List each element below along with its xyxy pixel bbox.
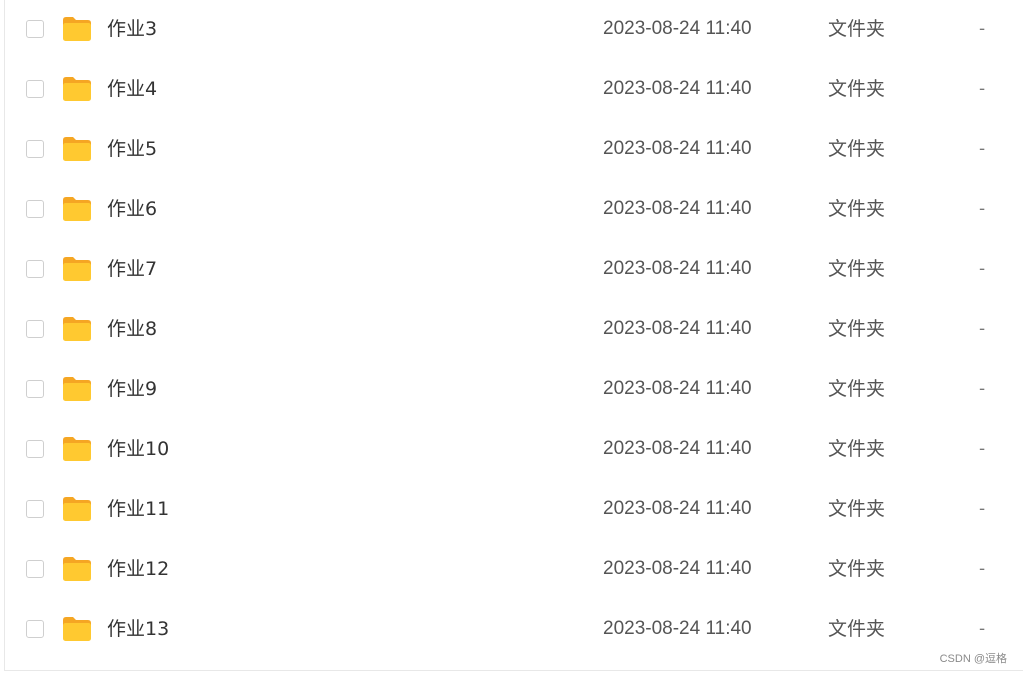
file-type: 文件夹 [828, 618, 886, 640]
row-checkbox[interactable] [26, 620, 44, 638]
folder-icon [62, 256, 92, 282]
file-date: 2023-08-24 11:40 [603, 138, 752, 159]
row-checkbox[interactable] [26, 260, 44, 278]
file-type: 文件夹 [828, 18, 886, 40]
file-name[interactable]: 作业8 [107, 317, 157, 341]
file-type: 文件夹 [828, 318, 886, 340]
folder-icon [62, 436, 92, 462]
file-size: - [979, 499, 986, 519]
file-name[interactable]: 作业12 [107, 557, 169, 581]
row-checkbox[interactable] [26, 380, 44, 398]
file-type: 文件夹 [828, 498, 886, 520]
file-list-panel: 作业3 2023-08-24 11:40 文件夹 - 作业4 2023-08-2… [4, 0, 1023, 671]
row-checkbox[interactable] [26, 560, 44, 578]
file-name[interactable]: 作业4 [107, 77, 157, 101]
file-type: 文件夹 [828, 558, 886, 580]
folder-icon [62, 76, 92, 102]
folder-icon [62, 316, 92, 342]
file-size: - [979, 559, 986, 579]
file-name[interactable]: 作业11 [107, 497, 169, 521]
file-type: 文件夹 [828, 438, 886, 460]
file-type: 文件夹 [828, 258, 886, 280]
file-size: - [979, 619, 986, 639]
file-size: - [979, 259, 986, 279]
file-name[interactable]: 作业5 [107, 137, 157, 161]
file-name[interactable]: 作业13 [107, 617, 169, 641]
file-row[interactable]: 作业8 2023-08-24 11:40 文件夹 - [5, 311, 1023, 371]
folder-icon [62, 136, 92, 162]
file-date: 2023-08-24 11:40 [603, 318, 752, 339]
file-size: - [979, 319, 986, 339]
file-size: - [979, 199, 986, 219]
folder-icon [62, 376, 92, 402]
file-size: - [979, 139, 986, 159]
row-checkbox[interactable] [26, 500, 44, 518]
folder-icon [62, 496, 92, 522]
file-name[interactable]: 作业9 [107, 377, 157, 401]
file-name[interactable]: 作业3 [107, 17, 157, 41]
file-date: 2023-08-24 11:40 [603, 618, 752, 639]
file-row[interactable]: 作业7 2023-08-24 11:40 文件夹 - [5, 251, 1023, 311]
file-date: 2023-08-24 11:40 [603, 498, 752, 519]
row-checkbox[interactable] [26, 140, 44, 158]
file-type: 文件夹 [828, 198, 886, 220]
file-type: 文件夹 [828, 378, 886, 400]
file-name[interactable]: 作业10 [107, 437, 169, 461]
file-date: 2023-08-24 11:40 [603, 78, 752, 99]
file-date: 2023-08-24 11:40 [603, 198, 752, 219]
file-row[interactable]: 作业12 2023-08-24 11:40 文件夹 - [5, 551, 1023, 611]
file-size: - [979, 79, 986, 99]
file-date: 2023-08-24 11:40 [603, 378, 752, 399]
file-size: - [979, 439, 986, 459]
watermark: CSDN @逗格 [939, 653, 1007, 665]
row-checkbox[interactable] [26, 200, 44, 218]
folder-icon [62, 16, 92, 42]
file-date: 2023-08-24 11:40 [603, 438, 752, 459]
file-size: - [979, 19, 986, 39]
file-row[interactable]: 作业9 2023-08-24 11:40 文件夹 - [5, 371, 1023, 431]
file-row[interactable]: 作业10 2023-08-24 11:40 文件夹 - [5, 431, 1023, 491]
folder-icon [62, 616, 92, 642]
file-list: 作业3 2023-08-24 11:40 文件夹 - 作业4 2023-08-2… [5, 11, 1023, 671]
file-name[interactable]: 作业6 [107, 197, 157, 221]
file-size: - [979, 379, 986, 399]
file-row[interactable]: 作业4 2023-08-24 11:40 文件夹 - [5, 71, 1023, 131]
file-type: 文件夹 [828, 78, 886, 100]
file-date: 2023-08-24 11:40 [603, 258, 752, 279]
file-row[interactable]: 作业13 2023-08-24 11:40 文件夹 - [5, 611, 1023, 671]
file-row[interactable]: 作业11 2023-08-24 11:40 文件夹 - [5, 491, 1023, 551]
row-checkbox[interactable] [26, 20, 44, 38]
file-name[interactable]: 作业7 [107, 257, 157, 281]
folder-icon [62, 196, 92, 222]
file-row[interactable]: 作业3 2023-08-24 11:40 文件夹 - [5, 11, 1023, 71]
file-date: 2023-08-24 11:40 [603, 558, 752, 579]
row-checkbox[interactable] [26, 440, 44, 458]
row-checkbox[interactable] [26, 320, 44, 338]
file-date: 2023-08-24 11:40 [603, 18, 752, 39]
row-checkbox[interactable] [26, 80, 44, 98]
file-row[interactable]: 作业6 2023-08-24 11:40 文件夹 - [5, 191, 1023, 251]
folder-icon [62, 556, 92, 582]
file-row[interactable]: 作业5 2023-08-24 11:40 文件夹 - [5, 131, 1023, 191]
file-type: 文件夹 [828, 138, 886, 160]
